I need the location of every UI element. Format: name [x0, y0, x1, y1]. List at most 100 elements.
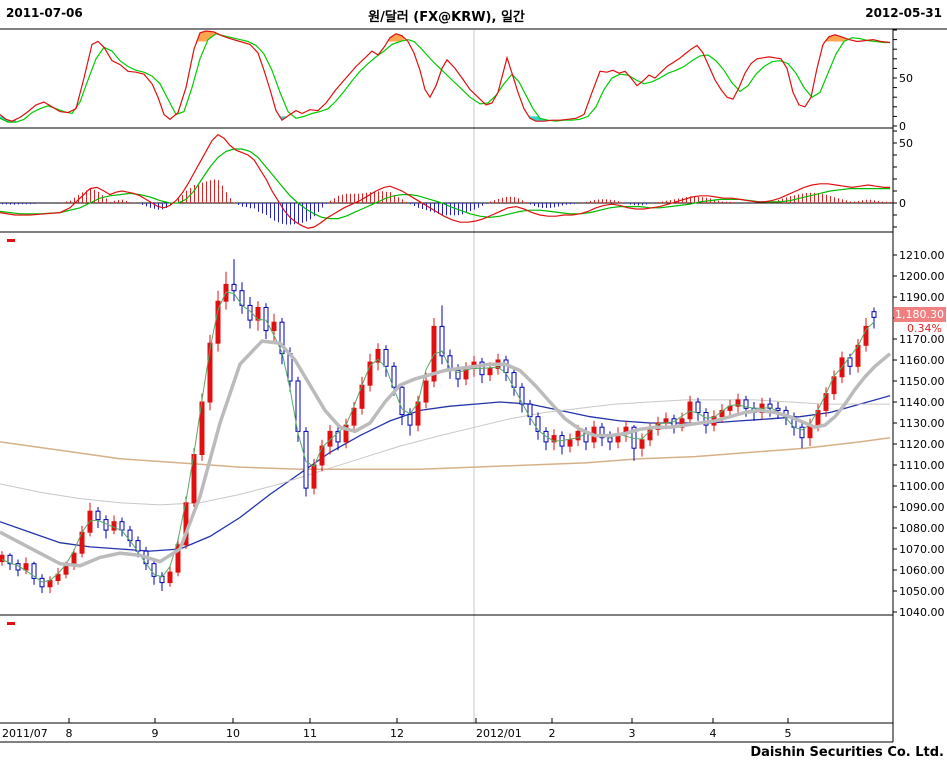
macd-histogram-bar: [530, 203, 531, 205]
macd-histogram-bar: [374, 192, 375, 203]
macd-histogram-bar: [242, 203, 243, 207]
macd-histogram-bar: [734, 202, 735, 203]
macd-histogram-bar: [206, 181, 207, 203]
macd-histogram-bar: [614, 200, 615, 203]
macd-histogram-bar: [226, 192, 227, 203]
macd-histogram-bar: [846, 200, 847, 203]
macd-line: [0, 135, 890, 229]
macd-histogram-bar: [838, 198, 839, 203]
macd-histogram-bar: [398, 197, 399, 203]
macd-histogram-bar: [74, 198, 75, 203]
macd-histogram-bar: [66, 202, 67, 203]
macd-histogram-bar: [506, 197, 507, 203]
macd-histogram-bar: [822, 194, 823, 203]
macd-histogram-bar: [638, 203, 639, 205]
macd-histogram-bar: [26, 203, 27, 204]
macd-histogram-bar: [122, 200, 123, 203]
stochastic-slow-line: [0, 34, 890, 122]
macd-histogram-bar: [270, 203, 271, 218]
macd-histogram-bar: [198, 184, 199, 203]
macd-histogram-bar: [610, 200, 611, 203]
series-marker-dash: [7, 239, 15, 242]
macd-histogram-bar: [218, 180, 219, 203]
axis-label: 50: [899, 137, 913, 150]
macd-histogram-bar: [550, 203, 551, 208]
price-axis-label: 1190.00: [899, 291, 945, 304]
macd-histogram-bar: [274, 203, 275, 221]
price-change-pct: 0.34%: [894, 322, 946, 335]
candle-bullish: [688, 402, 692, 419]
macd-histogram-bar: [202, 183, 203, 203]
macd-histogram-bar: [142, 203, 143, 205]
macd-histogram-bar: [130, 202, 131, 203]
axis-label: 0: [899, 197, 906, 210]
macd-histogram-bar: [470, 203, 471, 211]
ma-mid-line: [0, 341, 890, 566]
macd-histogram-bar: [102, 195, 103, 203]
x-axis-label: 8: [66, 727, 73, 740]
macd-histogram-bar: [726, 202, 727, 203]
x-axis-label: 2012/01: [476, 727, 522, 740]
macd-histogram-bar: [666, 201, 667, 203]
macd-histogram-bar: [826, 195, 827, 203]
macd-histogram-bar: [482, 203, 483, 206]
chart-frame: [0, 29, 947, 742]
macd-histogram-bar: [718, 201, 719, 203]
macd-histogram-bar: [126, 201, 127, 203]
macd-histogram-bar: [694, 196, 695, 203]
macd-histogram-bar: [106, 198, 107, 203]
macd-histogram-bar: [182, 195, 183, 203]
candle-bearish: [696, 402, 700, 413]
x-axis-label: 12: [390, 727, 404, 740]
macd-histogram-bar: [162, 203, 163, 209]
macd-histogram-bar: [334, 198, 335, 203]
macd-histogram-bar: [34, 203, 35, 204]
macd-histogram-bar: [150, 203, 151, 208]
price-axis-label: 1150.00: [899, 375, 945, 388]
price-axis-label: 1070.00: [899, 543, 945, 556]
macd-histogram-bar: [790, 196, 791, 203]
macd-histogram-bar: [586, 202, 587, 203]
price-axis-label: 1040.00: [899, 606, 945, 619]
price-axis-label: 1160.00: [899, 354, 945, 367]
x-axis-label: 3: [629, 727, 636, 740]
macd-histogram-bar: [722, 202, 723, 204]
macd-histogram-bar: [118, 200, 119, 203]
macd-histogram-bar: [850, 202, 851, 204]
candle-bearish: [520, 387, 524, 404]
macd-histogram-bar: [874, 200, 875, 203]
axis-label: 0: [899, 120, 906, 133]
macd-histogram-bar: [818, 193, 819, 203]
chart-plot-area[interactable]: 5005001040.001050.001060.001070.001080.0…: [0, 0, 947, 767]
macd-histogram-bar: [514, 197, 515, 203]
macd-histogram-bar: [254, 203, 255, 208]
candle-bullish: [64, 566, 68, 574]
candle-bullish: [168, 572, 172, 583]
macd-histogram-bar: [630, 203, 631, 205]
macd-histogram-bar: [574, 203, 575, 204]
macd-histogram-bar: [542, 203, 543, 208]
macd-histogram-bar: [98, 192, 99, 203]
macd-histogram-bar: [570, 203, 571, 204]
macd-histogram-bar: [250, 203, 251, 208]
candle-bullish: [568, 440, 572, 446]
macd-histogram-bar: [70, 201, 71, 203]
macd-histogram-bar: [878, 201, 879, 203]
macd-histogram-bar: [706, 198, 707, 203]
x-axis-label: 5: [785, 727, 792, 740]
candle-bearish: [384, 350, 388, 367]
macd-histogram-bar: [410, 203, 411, 204]
macd-histogram-bar: [262, 203, 263, 213]
candle-bullish: [272, 322, 276, 330]
macd-histogram-bar: [670, 200, 671, 203]
macd-histogram-bar: [278, 203, 279, 222]
macd-histogram-bar: [258, 203, 259, 212]
macd-histogram-bar: [834, 197, 835, 203]
macd-histogram-bar: [442, 203, 443, 215]
macd-histogram-bar: [558, 203, 559, 207]
candle-bearish: [776, 408, 780, 410]
macd-histogram-bar: [230, 198, 231, 203]
macd-histogram-bar: [478, 203, 479, 208]
macd-histogram-bar: [546, 203, 547, 208]
macd-histogram-bar: [462, 203, 463, 214]
